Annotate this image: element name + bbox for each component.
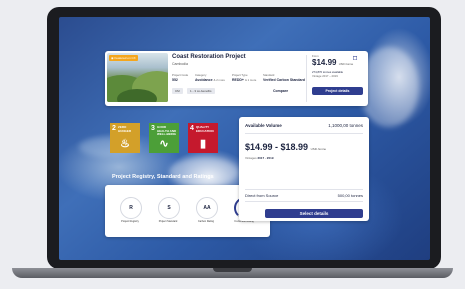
book-icon: ▮ bbox=[199, 138, 207, 150]
volume-card: Available Volume 1,1000,00 tonnes $14.99… bbox=[239, 117, 369, 221]
volume-spacer bbox=[245, 165, 363, 187]
rating-label: Project Registry bbox=[121, 220, 139, 223]
divider bbox=[245, 189, 363, 190]
divider bbox=[245, 133, 363, 134]
carbon-rating-badge[interactable]: AA bbox=[196, 197, 218, 219]
sdg-tile-4: 4 QUALITY EDUCATION ▮ bbox=[188, 123, 218, 153]
field-label: Project Code bbox=[172, 73, 189, 77]
price: $14.99 USD /tonne bbox=[312, 58, 353, 67]
project-title[interactable]: Coast Restoration Project bbox=[172, 54, 246, 60]
volume-label: Available Volume bbox=[245, 123, 282, 128]
price-range-unit: USD /tonne bbox=[310, 147, 327, 151]
rating-label: Carbon Rating bbox=[197, 220, 215, 223]
sdg-label: ZERO HUNGER bbox=[118, 125, 132, 133]
rating-label: Project Standard bbox=[158, 220, 178, 223]
sdg-label: QUALITY EDUCATION bbox=[196, 125, 214, 133]
field-value-main: REDD+ bbox=[232, 78, 244, 82]
field-label: Category bbox=[195, 73, 207, 77]
vintages-value: 2017 - 2019 bbox=[257, 156, 274, 160]
bookmark-icon[interactable]: ⌑ bbox=[353, 54, 357, 63]
price-range: $14.99 - $18.99 USD /tonne bbox=[245, 142, 326, 152]
field-value-main: Avoidance bbox=[195, 78, 213, 82]
vintages-line: Vintages 2017 - 2019 bbox=[245, 156, 273, 160]
sdg-tile-3: 3 GOOD HEALTH AND WELL-BEING ∿ bbox=[149, 123, 179, 153]
field-label: Project Type bbox=[232, 73, 248, 77]
ratings-title: Project Registry, Standard and Ratings bbox=[112, 174, 214, 180]
tag-chip: CM bbox=[172, 88, 183, 94]
app-screen: ◉ Featured on CX Coast Restoration Proje… bbox=[59, 17, 430, 260]
registry-badge[interactable]: R bbox=[120, 197, 142, 219]
field-value-extra: & 1 more bbox=[244, 78, 257, 82]
price-range-value: $14.99 - $18.99 bbox=[245, 142, 309, 152]
sdg-number: 2 bbox=[112, 125, 116, 132]
compare-button[interactable]: Compare bbox=[273, 89, 288, 93]
background-wave bbox=[359, 47, 419, 127]
divider bbox=[245, 201, 363, 202]
field-value: REDD+ & 1 more bbox=[232, 78, 256, 82]
featured-badge: ◉ Featured on CX bbox=[109, 55, 138, 61]
vintage-range: Vintage 2017 – 2019 bbox=[312, 74, 338, 78]
divider bbox=[306, 55, 307, 102]
featured-badge-label: Featured on CX bbox=[114, 56, 136, 60]
source-amount: 500,00 tonnes bbox=[337, 193, 363, 198]
sdg-label: GOOD HEALTH AND WELL-BEING bbox=[157, 125, 177, 136]
project-country: Cambodia bbox=[172, 62, 188, 66]
volume-amount: 1,1000,00 tonnes bbox=[328, 123, 363, 128]
project-card[interactable]: ◉ Featured on CX Coast Restoration Proje… bbox=[105, 51, 368, 106]
vintages-label: Vintages bbox=[245, 156, 257, 160]
field-value: 552 bbox=[172, 78, 178, 82]
price-value: $14.99 bbox=[312, 58, 337, 67]
heartbeat-icon: ∿ bbox=[159, 138, 169, 150]
laptop-notch bbox=[213, 268, 252, 272]
hill-shape bbox=[117, 89, 157, 102]
project-image: ◉ Featured on CX bbox=[107, 53, 168, 102]
source-label: Direct from Source bbox=[245, 193, 279, 198]
field-label: Standard bbox=[263, 73, 275, 77]
tag-chip: 1 - 3 co-benefits bbox=[187, 88, 215, 94]
standard-badge[interactable]: S bbox=[158, 197, 180, 219]
sdg-number: 3 bbox=[151, 125, 155, 132]
field-value: Verified Carbon Standard bbox=[263, 78, 306, 82]
project-details-button[interactable]: Project details bbox=[312, 87, 363, 95]
select-details-button[interactable]: Select details bbox=[265, 209, 363, 218]
sdg-number: 4 bbox=[190, 125, 194, 132]
bowl-icon: ♨ bbox=[120, 138, 130, 150]
field-value: Avoidance & 2 more bbox=[195, 78, 225, 82]
background-wave bbox=[169, 157, 239, 187]
field-value-extra: & 2 more bbox=[213, 78, 225, 82]
price-unit: USD /tonne bbox=[338, 62, 354, 66]
sdg-tile-2: 2 ZERO HUNGER ♨ bbox=[110, 123, 140, 153]
